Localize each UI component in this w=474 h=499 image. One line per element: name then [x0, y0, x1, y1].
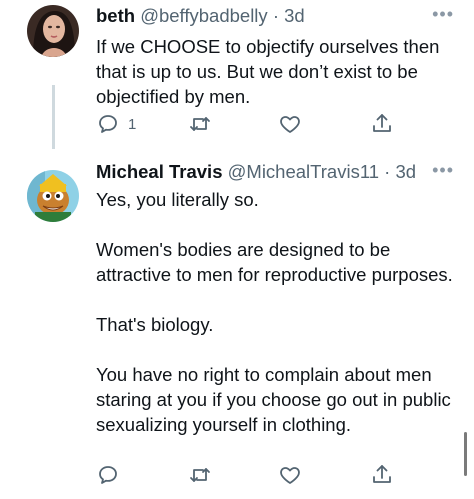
- retweet-icon: [190, 468, 210, 482]
- display-name[interactable]: Micheal Travis: [96, 161, 222, 182]
- retweet-button[interactable]: [188, 462, 212, 488]
- tweet-actions: [96, 462, 426, 488]
- separator: ·: [272, 5, 279, 26]
- handle[interactable]: @beffybadbelly: [140, 5, 267, 26]
- tweet-text: Yes, you literally so. Women's bodies ar…: [96, 189, 453, 435]
- reply-button[interactable]: [96, 462, 120, 488]
- share-button[interactable]: [370, 111, 394, 137]
- scrollbar[interactable]: [464, 432, 467, 476]
- separator: ·: [384, 161, 391, 182]
- avatar[interactable]: [27, 5, 79, 57]
- retweet-icon: [190, 117, 210, 131]
- tweet-micheal[interactable]: Micheal Travis @MichealTravis11 · 3d •••…: [0, 150, 474, 499]
- display-name[interactable]: beth: [96, 5, 135, 26]
- tweet-beth[interactable]: beth @beffybadbelly · 3d ••• If we CHOOS…: [0, 0, 474, 150]
- share-icon: [373, 465, 391, 483]
- like-button[interactable]: [278, 111, 302, 137]
- tweet-text: If we CHOOSE to objectify ourselves then…: [96, 36, 445, 107]
- timestamp[interactable]: 3d: [395, 161, 416, 182]
- avatar[interactable]: [27, 170, 79, 222]
- timestamp[interactable]: 3d: [284, 5, 305, 26]
- tweet-header: Micheal Travis @MichealTravis11 · 3d: [96, 160, 416, 184]
- share-icon: [373, 114, 391, 132]
- more-horizontal-icon[interactable]: •••: [432, 160, 454, 181]
- more-horizontal-icon[interactable]: •••: [432, 4, 454, 25]
- like-icon: [280, 116, 300, 133]
- tweet-actions: 1: [96, 111, 426, 137]
- reply-button[interactable]: 1: [96, 111, 136, 137]
- like-button[interactable]: [278, 462, 302, 488]
- tweet-header: beth @beffybadbelly · 3d: [96, 4, 305, 28]
- like-icon: [280, 467, 300, 484]
- thread-line: [52, 85, 55, 149]
- retweet-button[interactable]: [188, 111, 212, 137]
- handle[interactable]: @MichealTravis11: [228, 161, 379, 182]
- reply-icon: [99, 466, 117, 484]
- reply-count: 1: [128, 115, 137, 133]
- reply-icon: [99, 115, 117, 133]
- share-button[interactable]: [370, 462, 394, 488]
